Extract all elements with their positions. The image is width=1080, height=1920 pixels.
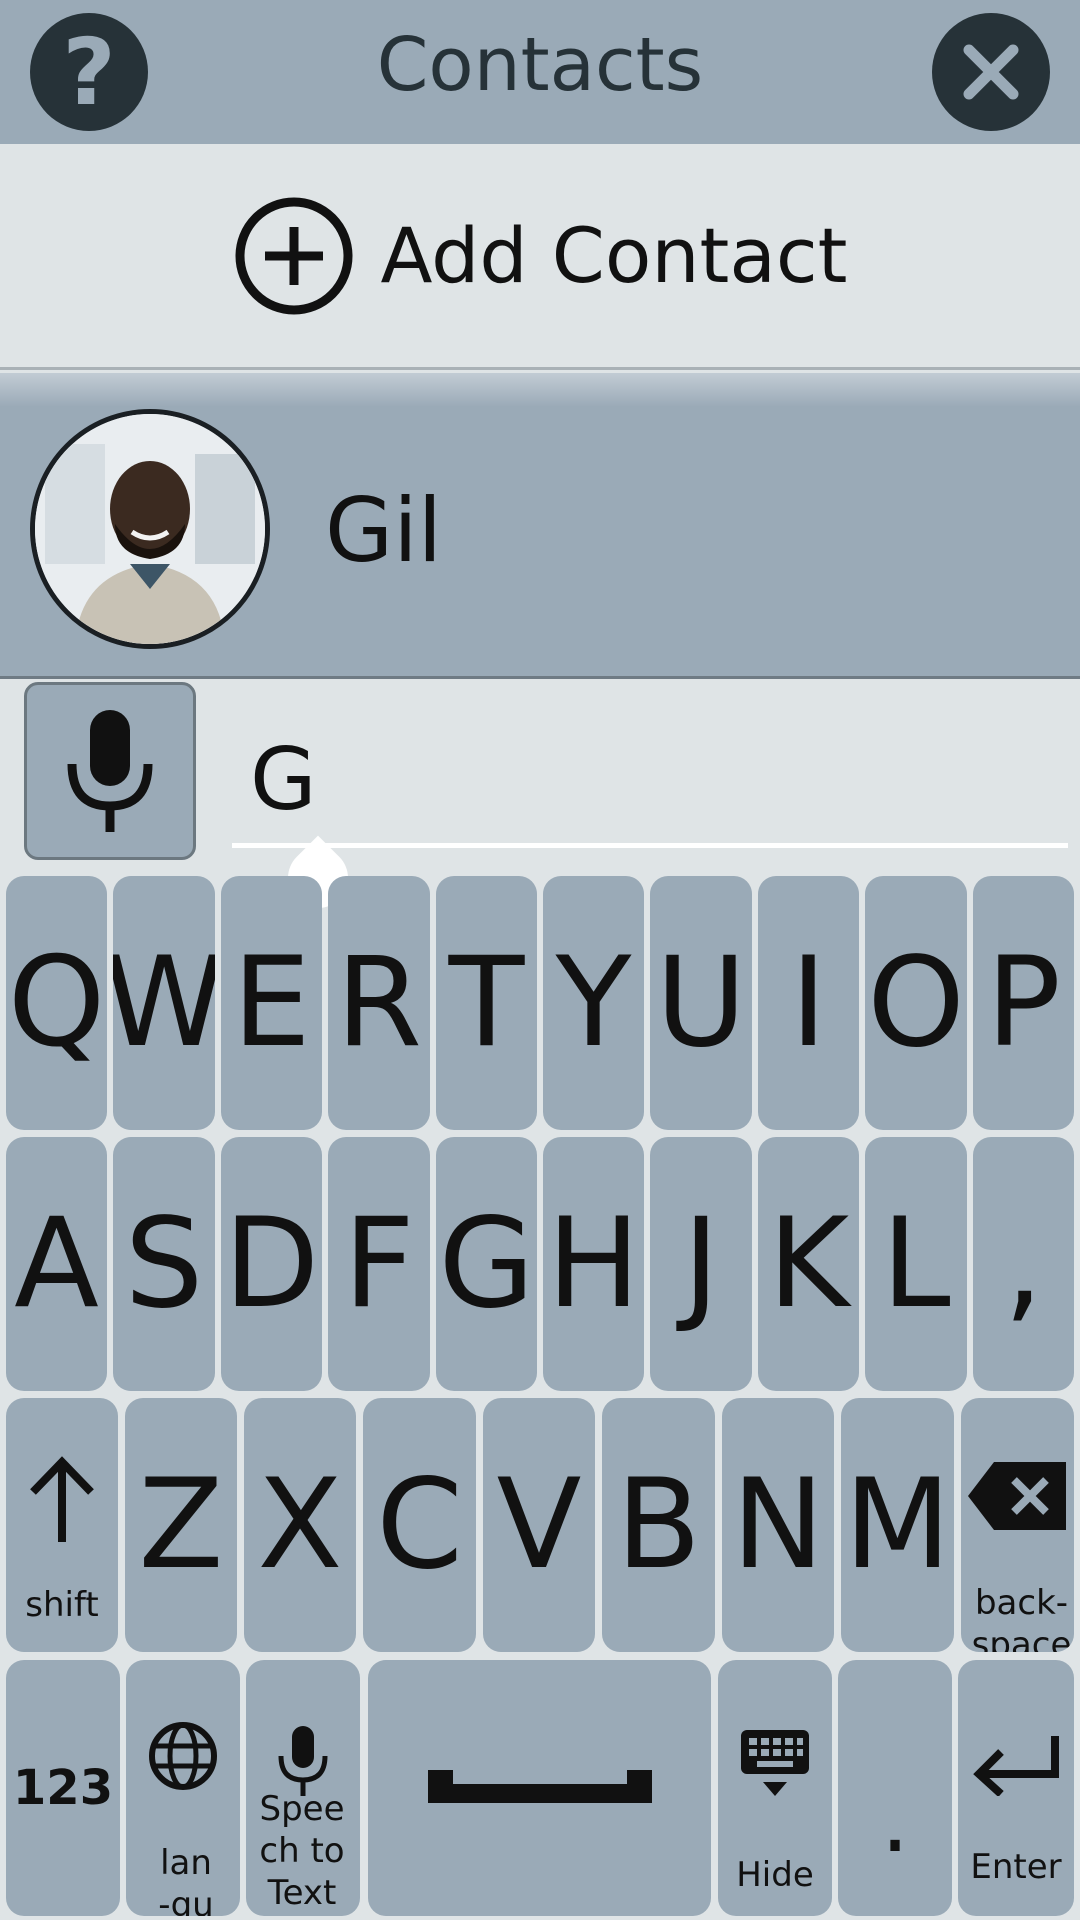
key-o[interactable]: O bbox=[865, 876, 967, 1130]
person-photo bbox=[35, 414, 265, 644]
language-label: lan-guage bbox=[158, 1843, 214, 1916]
key-f[interactable]: F bbox=[328, 1137, 430, 1391]
key-y[interactable]: Y bbox=[543, 876, 644, 1130]
enter-key[interactable]: Enter bbox=[958, 1660, 1074, 1916]
key-g[interactable]: G bbox=[436, 1137, 537, 1391]
globe-icon bbox=[149, 1722, 217, 1790]
hide-label: Hide bbox=[736, 1855, 814, 1895]
key-x[interactable]: X bbox=[244, 1398, 356, 1652]
close-icon bbox=[963, 44, 1019, 100]
period-key[interactable]: . bbox=[838, 1660, 952, 1916]
search-input[interactable]: G bbox=[250, 730, 317, 830]
hide-keyboard-key[interactable]: Hide bbox=[718, 1660, 832, 1916]
enter-arrow-icon bbox=[973, 1736, 1059, 1796]
contact-list-item[interactable]: Gil bbox=[0, 373, 1080, 679]
plus-circle-icon bbox=[235, 197, 352, 314]
numbers-label: 123 bbox=[12, 1760, 114, 1816]
shift-key[interactable]: shift bbox=[6, 1398, 118, 1652]
add-contact-button[interactable]: Add Contact bbox=[0, 144, 1080, 370]
key-w[interactable]: W bbox=[113, 876, 215, 1130]
period-label: . bbox=[880, 1768, 910, 1873]
contact-avatar bbox=[30, 409, 270, 649]
key-a[interactable]: A bbox=[6, 1137, 107, 1391]
keyboard-hide-icon bbox=[741, 1730, 809, 1796]
key-e[interactable]: E bbox=[221, 876, 322, 1130]
backspace-icon bbox=[967, 1462, 1066, 1530]
key-q[interactable]: Q bbox=[6, 876, 107, 1130]
backspace-key[interactable]: back-space bbox=[961, 1398, 1074, 1652]
shift-label: shift bbox=[25, 1585, 99, 1625]
speech-to-text-key[interactable]: Speech to Text bbox=[246, 1660, 360, 1916]
page-title: Contacts bbox=[376, 22, 704, 108]
key-j[interactable]: J bbox=[650, 1137, 752, 1391]
key-c[interactable]: C bbox=[363, 1398, 476, 1652]
key-p[interactable]: P bbox=[973, 876, 1074, 1130]
microphone-icon bbox=[67, 710, 153, 832]
language-key[interactable]: lan-guage bbox=[126, 1660, 240, 1916]
input-underline bbox=[232, 843, 1068, 848]
close-button[interactable] bbox=[932, 13, 1050, 131]
voice-input-button[interactable] bbox=[24, 682, 196, 860]
key-d[interactable]: D bbox=[221, 1137, 322, 1391]
key-m[interactable]: M bbox=[841, 1398, 954, 1652]
key-l[interactable]: L bbox=[865, 1137, 967, 1391]
space-key[interactable] bbox=[368, 1660, 711, 1916]
space-bar-icon bbox=[427, 1770, 652, 1803]
key-b[interactable]: B bbox=[602, 1398, 715, 1652]
key-k[interactable]: K bbox=[758, 1137, 859, 1391]
key-v[interactable]: V bbox=[483, 1398, 595, 1652]
key-r[interactable]: R bbox=[328, 876, 430, 1130]
key-n[interactable]: N bbox=[722, 1398, 834, 1652]
contact-name: Gil bbox=[325, 479, 443, 582]
key-t[interactable]: T bbox=[436, 876, 537, 1130]
arrow-up-icon bbox=[30, 1456, 94, 1542]
header-bar: ? Contacts bbox=[0, 0, 1080, 144]
key-comma[interactable]: , bbox=[973, 1137, 1074, 1391]
microphone-icon bbox=[278, 1726, 328, 1796]
key-i[interactable]: I bbox=[758, 876, 859, 1130]
key-h[interactable]: H bbox=[543, 1137, 644, 1391]
numbers-key[interactable]: 123 bbox=[6, 1660, 120, 1916]
enter-label: Enter bbox=[970, 1847, 1062, 1887]
backspace-label: back-space bbox=[971, 1583, 1072, 1652]
key-z[interactable]: Z bbox=[125, 1398, 237, 1652]
key-u[interactable]: U bbox=[650, 876, 752, 1130]
speech-to-text-label: Speech to Text bbox=[259, 1789, 345, 1913]
key-s[interactable]: S bbox=[113, 1137, 215, 1391]
add-contact-label: Add Contact bbox=[380, 211, 848, 300]
